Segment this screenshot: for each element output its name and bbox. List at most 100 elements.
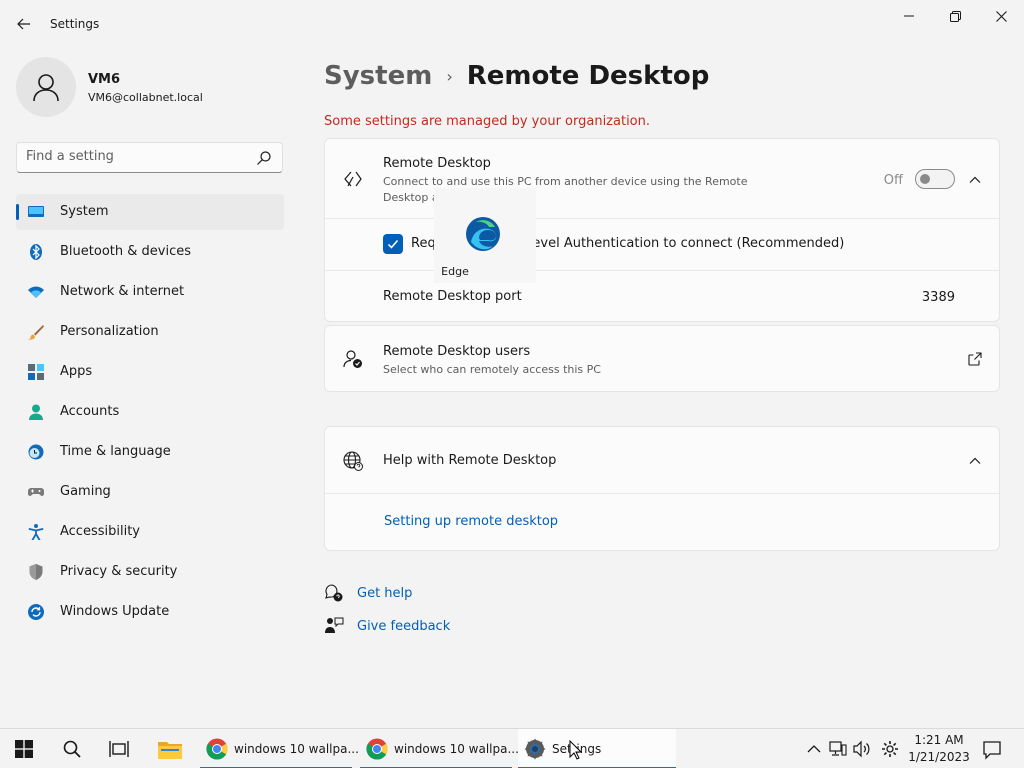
- restore-button[interactable]: [932, 0, 978, 32]
- title-bar: Settings: [0, 0, 1024, 48]
- breadcrumb-parent[interactable]: System: [324, 61, 432, 91]
- sidebar-item-gaming[interactable]: Gaming: [16, 474, 284, 510]
- sidebar-item-time-language[interactable]: Time & language: [16, 434, 284, 470]
- mouse-cursor-icon: [569, 740, 582, 760]
- taskbar-app-settings[interactable]: Settings: [518, 729, 676, 768]
- task-view-button[interactable]: [107, 737, 131, 761]
- settings-gear-icon: [524, 738, 546, 760]
- sidebar-item-label: Privacy & security: [60, 564, 178, 579]
- sidebar-item-apps[interactable]: Apps: [16, 354, 284, 390]
- user-profile[interactable]: VM6 VM6@collabnet.local: [16, 57, 286, 119]
- remote-desktop-icon: [344, 171, 362, 187]
- sidebar-item-personalization[interactable]: Personalization: [16, 314, 284, 350]
- sidebar-item-privacy-security[interactable]: Privacy & security: [16, 554, 284, 590]
- chevron-up-icon[interactable]: [967, 172, 983, 188]
- edge-icon: [466, 217, 500, 251]
- toggle-knob: [920, 174, 930, 184]
- folder-icon: [158, 742, 182, 759]
- sidebar-item-accounts[interactable]: Accounts: [16, 394, 284, 430]
- sidebar-item-system[interactable]: System: [16, 194, 284, 230]
- settings-gear-icon[interactable]: [881, 740, 899, 758]
- taskbar-search-button[interactable]: [60, 737, 84, 761]
- start-button[interactable]: [12, 737, 36, 761]
- speaker-icon[interactable]: [853, 740, 871, 758]
- back-button[interactable]: [10, 10, 38, 38]
- sidebar-item-label: System: [60, 204, 109, 219]
- sidebar-item-network[interactable]: Network & internet: [16, 274, 284, 310]
- give-feedback-label: Give feedback: [357, 618, 451, 634]
- search-box[interactable]: [16, 142, 283, 173]
- edge-drag-preview[interactable]: Edge: [434, 188, 536, 283]
- sidebar-item-label: Apps: [60, 364, 93, 379]
- taskbar: windows 10 wallpa... windows 10 wallpa..…: [0, 728, 1024, 768]
- sidebar-item-label: Accounts: [60, 404, 120, 419]
- person-icon: [33, 74, 59, 102]
- nla-checkbox[interactable]: [383, 234, 403, 254]
- user-name: VM6: [88, 72, 121, 87]
- app-title: Settings: [50, 17, 100, 31]
- file-explorer-button[interactable]: [158, 737, 182, 761]
- sidebar-item-label: Accessibility: [60, 524, 140, 539]
- sidebar-item-accessibility[interactable]: Accessibility: [16, 514, 284, 550]
- port-value: 3389: [921, 290, 955, 305]
- setting-up-remote-desktop-link[interactable]: Setting up remote desktop: [384, 514, 558, 529]
- managed-notice: Some settings are managed by your organi…: [324, 114, 651, 129]
- system-clock[interactable]: 1:21 AM 1/21/2023: [906, 732, 972, 766]
- sidebar-nav: System Bluetooth & devices Network & int…: [16, 194, 284, 634]
- person-icon: [29, 404, 43, 420]
- update-icon: [28, 604, 44, 620]
- close-icon: [995, 10, 1007, 22]
- remote-desktop-toggle[interactable]: [915, 169, 955, 189]
- users-title: Remote Desktop users: [383, 344, 531, 359]
- sidebar-item-label: Windows Update: [60, 604, 170, 619]
- sidebar-item-windows-update[interactable]: Windows Update: [16, 594, 284, 630]
- sidebar-item-label: Bluetooth & devices: [60, 244, 191, 259]
- remote-desktop-description-cont: Desktop a: [383, 191, 439, 204]
- get-help-link[interactable]: Get help: [324, 583, 412, 603]
- remote-desktop-title: Remote Desktop: [383, 156, 491, 171]
- remote-desktop-users-card[interactable]: Remote Desktop users Select who can remo…: [324, 325, 1000, 392]
- user-email: VM6@collabnet.local: [88, 91, 203, 104]
- arrow-left-icon: [17, 18, 30, 30]
- globe-help-icon: [343, 451, 363, 471]
- network-icon[interactable]: [829, 740, 847, 758]
- shield-icon: [29, 564, 43, 580]
- give-feedback-link[interactable]: Give feedback: [324, 616, 450, 636]
- users-description: Select who can remotely access this PC: [383, 363, 601, 376]
- help-card: Help with Remote Desktop Setting up remo…: [324, 426, 1000, 551]
- help-title: Help with Remote Desktop: [383, 453, 557, 468]
- chrome-icon: [366, 738, 388, 760]
- checkmark-icon: [387, 239, 399, 249]
- help-header-row[interactable]: Help with Remote Desktop: [325, 427, 999, 494]
- taskbar-app-chrome-2[interactable]: windows 10 wallpa...: [360, 729, 519, 768]
- sidebar-item-label: Network & internet: [60, 284, 185, 299]
- clock-globe-icon: [28, 444, 44, 460]
- chevron-up-icon[interactable]: [805, 740, 823, 758]
- open-external-icon[interactable]: [967, 351, 983, 367]
- notification-icon[interactable]: [982, 740, 1002, 760]
- port-label: Remote Desktop port: [383, 289, 522, 304]
- clock-time: 1:21 AM: [914, 733, 964, 747]
- sidebar-item-bluetooth[interactable]: Bluetooth & devices: [16, 234, 284, 270]
- monitor-icon: [28, 206, 44, 217]
- close-button[interactable]: [978, 0, 1024, 32]
- search-icon[interactable]: [256, 150, 272, 166]
- minimize-icon: [904, 15, 914, 17]
- breadcrumb-separator: ›: [446, 66, 453, 86]
- minimize-button[interactable]: [886, 0, 932, 32]
- remote-desktop-row[interactable]: Remote Desktop Connect to and use this P…: [325, 139, 999, 219]
- brush-icon: [28, 325, 44, 340]
- wifi-icon: [28, 286, 44, 298]
- nla-row: Req use Network Level Authentication to …: [325, 219, 999, 271]
- chrome-icon: [206, 738, 228, 760]
- bluetooth-icon: [30, 244, 42, 260]
- breadcrumb: System › Remote Desktop: [324, 58, 709, 94]
- search-input[interactable]: [26, 149, 246, 164]
- taskbar-app-chrome-1[interactable]: windows 10 wallpa...: [200, 729, 359, 768]
- sidebar-item-label: Time & language: [60, 444, 171, 459]
- restore-icon: [949, 10, 961, 22]
- search-icon: [63, 740, 81, 758]
- remote-desktop-card: Remote Desktop Connect to and use this P…: [324, 138, 1000, 322]
- edge-label: Edge: [441, 265, 469, 278]
- chevron-up-icon[interactable]: [967, 453, 983, 469]
